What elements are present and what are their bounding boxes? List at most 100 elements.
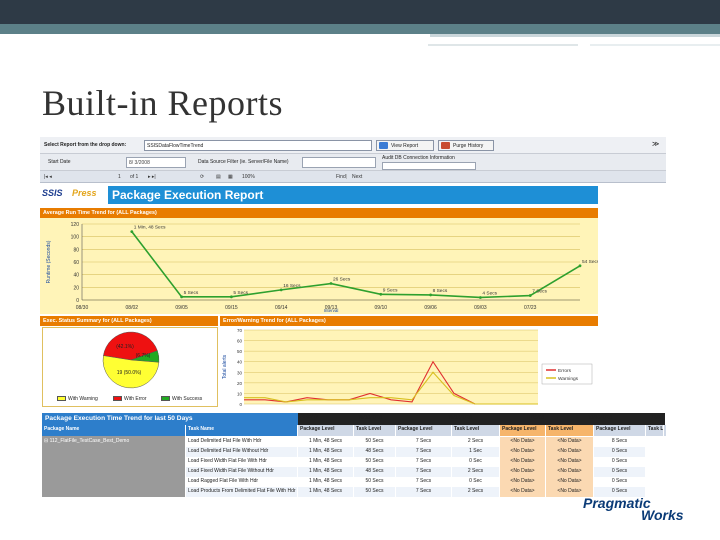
logo-ssis-text: SSIS: [42, 188, 63, 198]
table-cell: <No Data>: [546, 447, 594, 457]
data-label: 54 Secs: [582, 259, 598, 265]
y-tick-label: 40: [237, 360, 243, 365]
print-icon[interactable]: ▤: [216, 174, 221, 180]
task-name-cell: Load Delimited Flat File Without Hdr: [186, 447, 298, 457]
runtime-trend-chart: 0 20 40 60 80 100 120 08/30 08/02 09/05 09/15 09/14…: [46, 222, 600, 313]
table-cell: 0 Secs: [594, 477, 646, 487]
table-cell: 48 Secs: [354, 447, 396, 457]
table-title: Package Execution Time Trend for last 50…: [42, 413, 298, 425]
table-cell: 7 Secs: [396, 437, 452, 447]
column-header: Task Level: [452, 425, 500, 436]
column-header: Task Level: [546, 425, 594, 436]
y-tick-label: 120: [71, 222, 80, 228]
legend-with-warning: With Warning: [57, 396, 98, 402]
start-date-input[interactable]: 8/ 3/2008: [126, 157, 186, 168]
y-tick-label: 20: [73, 285, 79, 291]
status-summary-header: Exec. Status Summary for (ALL Packages): [40, 316, 218, 326]
table-cell: 7 Secs: [396, 487, 452, 497]
error-warning-chart: 0 10 20 30 40 50 60 70 Total alerts Errors Warning…: [222, 328, 593, 407]
legend-swatch: [57, 396, 66, 402]
table-cell: 1 Min, 48 Secs: [298, 477, 354, 487]
purge-icon: [441, 142, 450, 149]
table-cell: 7 Secs: [396, 447, 452, 457]
y-tick-label: 10: [237, 391, 243, 396]
data-point: [429, 293, 432, 297]
x-tick-label: 09/15: [225, 305, 238, 311]
purge-history-label: Purge History: [453, 143, 484, 149]
purge-history-button[interactable]: Purge History: [438, 140, 494, 151]
package-name-cell[interactable]: ⊟ 112_FlatFile_TestCase_Best_Demo: [44, 438, 184, 444]
audit-connection-label: Audit DB Connection Information: [382, 155, 455, 161]
collapse-icon[interactable]: ≫: [652, 140, 659, 148]
table-cell: 1 Sec: [452, 447, 500, 457]
date-header: ?/26/08: [527, 415, 545, 421]
table-cell: 8 Secs: [594, 437, 646, 447]
find-link[interactable]: Find: [336, 174, 346, 180]
y-tick-label: 0: [76, 298, 79, 304]
pie-label: 19 (50.0%): [117, 370, 142, 376]
task-name-cell: Load Delimited Flat File With Hdr: [186, 437, 298, 447]
x-tick-label: 09/10: [375, 305, 388, 311]
next-link[interactable]: Next: [352, 174, 362, 180]
data-point: [279, 288, 283, 292]
logo-press-text: Press: [72, 188, 97, 198]
table-cell: <No Data>: [500, 477, 546, 487]
table-cell: 1 Min, 48 Secs: [298, 447, 354, 457]
slide-accent-line: [428, 44, 578, 46]
execution-time-table: Package Execution Time Trend for last 50…: [40, 411, 666, 497]
column-header: Package Level: [396, 425, 452, 436]
page-number-input[interactable]: 1: [118, 174, 121, 180]
table-cell: <No Data>: [546, 457, 594, 467]
data-point: [130, 230, 134, 233]
table-cell: <No Data>: [500, 447, 546, 457]
column-header: Package Level: [298, 425, 354, 436]
zoom-select[interactable]: 100%: [242, 174, 255, 180]
task-name-cell: Load Fixed Width Flat File With Hdr: [186, 457, 298, 467]
report-select-dropdown[interactable]: SSISDataFlowTimeTrend: [144, 140, 372, 151]
report-screenshot: Select Report from the drop down: SSISDa…: [40, 137, 666, 497]
y-tick-label: 30: [237, 370, 243, 375]
data-label: 8 Secs: [433, 288, 448, 294]
table-cell: 48 Secs: [354, 467, 396, 477]
legend-label: Errors: [558, 368, 572, 374]
y-tick-label: 0: [239, 402, 242, 407]
column-header: Pa: [664, 425, 666, 436]
data-label: 7 Secs: [532, 289, 547, 295]
y-tick-label: 20: [237, 381, 243, 386]
date-header: 08/1: [651, 415, 661, 421]
table-cell: 1 Min, 48 Secs: [298, 487, 354, 497]
table-cell: 0 Sec: [452, 477, 500, 487]
table-cell: <No Data>: [546, 477, 594, 487]
logo-line2: Works: [641, 507, 684, 523]
x-tick-label: 09/03: [474, 305, 487, 311]
x-tick-label: 09/06: [424, 305, 437, 311]
table-cell: 2 Secs: [452, 437, 500, 447]
export-icon[interactable]: ▦: [228, 174, 233, 180]
x-tick-label: 08/02: [126, 305, 139, 311]
table-cell: 1 Min, 48 Secs: [298, 467, 354, 477]
date-header: 09/08/2008: [357, 415, 383, 421]
data-point: [329, 282, 333, 285]
report-icon: [379, 142, 388, 149]
task-name-cell: Load Ragged Flat File With Hdr: [186, 477, 298, 487]
ssis-press-logo: SSIS Press: [42, 187, 108, 203]
first-page-icon[interactable]: |◂ ◂: [44, 174, 52, 180]
refresh-icon[interactable]: ⟳: [200, 174, 204, 180]
next-page-icon[interactable]: ▸ ▸|: [148, 174, 156, 180]
audit-connection-input[interactable]: [382, 162, 476, 170]
filter-input[interactable]: [302, 157, 376, 168]
data-point: [578, 264, 582, 268]
table-cell: <No Data>: [500, 457, 546, 467]
data-point: [180, 295, 184, 299]
table-cell: 0 Secs: [594, 467, 646, 477]
data-point: [479, 296, 482, 299]
slide-top-band: [0, 24, 720, 34]
table-cell: <No Data>: [546, 437, 594, 447]
table-cell: <No Data>: [546, 467, 594, 477]
data-label: 5 Secs: [233, 290, 248, 296]
data-label: 5 Secs: [184, 290, 199, 296]
table-cell: 50 Secs: [354, 457, 396, 467]
view-report-button[interactable]: View Report: [376, 140, 434, 151]
data-label: 9 Secs: [383, 287, 398, 293]
x-tick-label: 09/05: [175, 305, 188, 311]
